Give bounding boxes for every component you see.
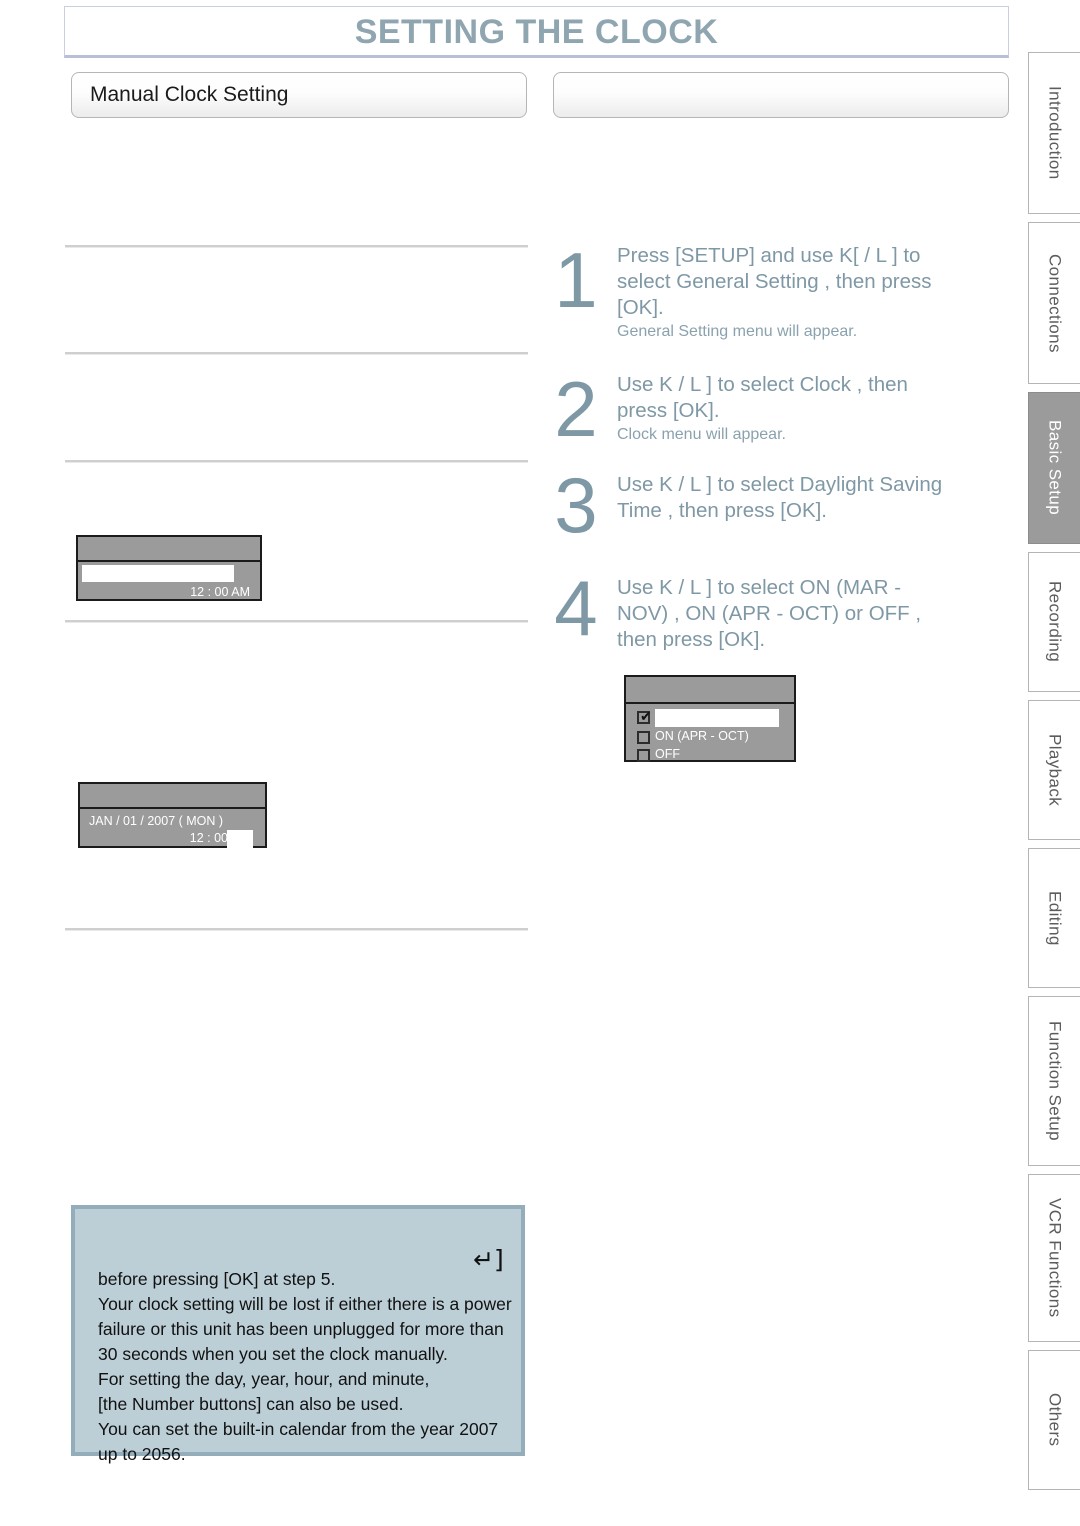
step-4-line-3: then press [OK]. [617,628,766,651]
tab-function-setup[interactable]: Function Setup [1028,996,1080,1166]
chapter-tab-rail: Introduction Connections Basic Setup Rec… [1022,0,1080,1526]
tab-introduction-label: Introduction [1045,86,1065,180]
divider-rule [65,928,528,931]
tab-playback[interactable]: Playback [1028,700,1080,840]
step-2-line-2: press [OK]. [617,399,720,422]
step-2-note: Clock menu will appear. [617,426,786,443]
osd-clock-screen: 12 : 00 AM [76,535,262,601]
tab-others-label: Others [1045,1393,1065,1447]
tab-playback-label: Playback [1045,733,1065,807]
divider-rule [65,460,528,463]
step-1-line-2: select General Setting , then press [617,270,932,293]
step-1-line-1: Press [SETUP] and use K[ / L ] to [617,244,921,267]
note-box: ↵] before pressing [OK] at step 5. Your … [71,1205,525,1464]
osd-clock-titlebar [78,537,260,562]
step-4-line-1: Use K / L ] to select ON (MAR - [617,576,902,599]
step-4-body: Use K / L ] to select ON (MAR - NOV) , O… [617,575,1015,653]
step-3-number: 3 [554,461,598,549]
step-4-number: 4 [554,564,598,652]
tab-editing[interactable]: Editing [1028,848,1080,988]
step-4-line-2: NOV) , ON (APR - OCT) or OFF , [617,602,922,625]
return-icon: ↵] [473,1245,504,1274]
osd-date-titlebar [80,784,265,809]
step-1-body: Press [SETUP] and use K[ / L ] to select… [617,243,1015,342]
step-2-body: Use K / L ] to select Clock , then press… [617,372,1015,445]
osd-clock-time: 12 : 00 AM [190,585,250,599]
osd-date-screen: JAN / 01 / 2007 ( MON ) 12 : 00 [78,782,267,848]
step-1-line-3: [OK]. [617,296,664,319]
step-1-note: General Setting menu will appear. [617,323,858,340]
tab-others[interactable]: Others [1028,1350,1080,1490]
tab-basic-setup-label: Basic Setup [1045,420,1065,516]
tab-connections[interactable]: Connections [1028,222,1080,384]
note-paragraph-3: For setting the day, year, hour, and min… [98,1369,430,1414]
tab-function-setup-label: Function Setup [1045,1021,1065,1141]
osd-date-value: JAN / 01 / 2007 ( MON ) [89,814,224,828]
steps-column: 1 Press [SETUP] and use K[ / L ] to sele… [545,0,1020,1526]
tab-basic-setup[interactable]: Basic Setup [1028,392,1080,544]
osd-dst-option-2[interactable]: ON (APR - OCT) [655,729,749,743]
check-icon: ✔ [640,709,652,725]
divider-rule [65,620,528,623]
step-3-line-2: Time , then press [OK]. [617,499,828,522]
tab-editing-label: Editing [1045,890,1065,946]
osd-dst-option-3[interactable]: OFF [655,747,680,761]
note-paragraph-2: Your clock setting will be lost if eithe… [98,1294,512,1364]
tab-vcr-functions-label: VCR Functions [1045,1198,1065,1318]
note-paragraph-4: You can set the built-in calendar from t… [98,1419,499,1464]
divider-rule [65,352,528,355]
osd-clock-highlight-row [82,565,234,582]
osd-dst-titlebar [626,677,794,704]
step-1-number: 1 [554,236,598,324]
note-paragraph-1: before pressing [OK] at step 5. [98,1269,336,1289]
step-3-line-1: Use K / L ] to select Daylight Saving [617,473,943,496]
tab-connections-label: Connections [1045,253,1065,353]
step-2-number: 2 [554,365,598,453]
osd-dst-checkbox-2[interactable] [637,731,650,744]
tab-recording-label: Recording [1045,581,1065,663]
step-3-body: Use K / L ] to select Daylight Saving Ti… [617,472,1015,524]
step-2-line-1: Use K / L ] to select Clock , then [617,373,908,396]
divider-rule [65,245,528,248]
tab-vcr-functions[interactable]: VCR Functions [1028,1174,1080,1342]
osd-dst-highlight-row [655,709,779,727]
osd-daylight-saving-screen: ✔ ON (APR - OCT) OFF [624,675,796,762]
osd-date-time: 12 : 00 [189,831,228,845]
tab-recording[interactable]: Recording [1028,552,1080,692]
tab-introduction[interactable]: Introduction [1028,52,1080,214]
osd-dst-checkbox-selected[interactable]: ✔ [637,709,652,725]
osd-date-cursor [227,830,253,848]
osd-dst-checkbox-3[interactable] [637,749,650,762]
